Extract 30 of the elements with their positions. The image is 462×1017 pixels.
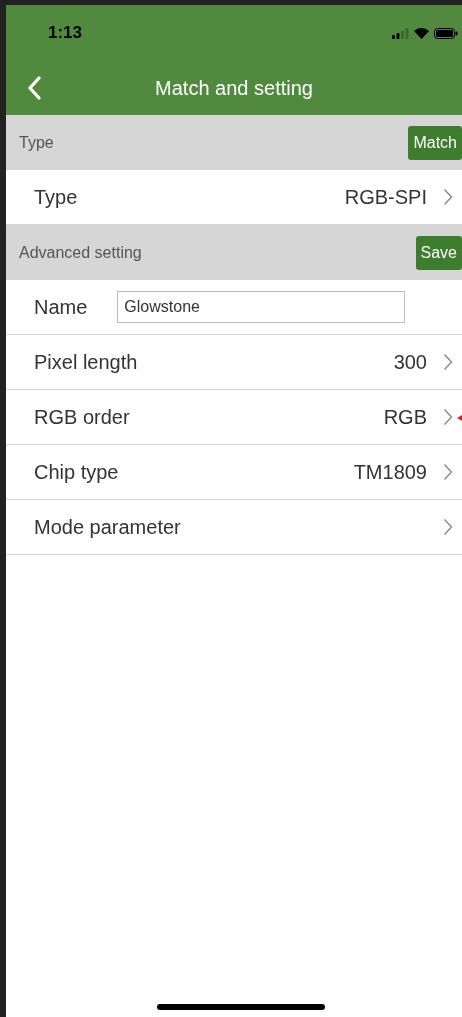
row-value: RGB-SPI [344,185,427,209]
row-label: Chip type [34,460,119,484]
name-field[interactable]: Glowstone [117,291,406,323]
chevron-icon [443,353,453,371]
row-value: RGB [383,405,427,429]
row-value: 300 [393,350,427,374]
field-label: Name [34,295,88,319]
settings-row[interactable]: Chip type TM1809 [6,445,462,500]
row-label: Mode parameter [34,515,181,539]
section-title: Advanced setting [19,243,142,262]
status-time: 1:13 [48,23,83,43]
section-title: Type [19,133,54,152]
page-title: Match and setting [155,76,313,100]
save-button[interactable]: Save [415,235,462,270]
back-icon[interactable] [27,76,41,100]
chevron-icon [443,518,453,536]
settings-row[interactable]: Mode parameter [6,500,462,555]
row-label: Type [34,185,78,209]
chevron-icon [443,408,453,426]
battery-icon [434,27,458,39]
match-button[interactable]: Match [408,125,462,160]
signal-icon [392,27,409,39]
chevron-icon [443,463,453,481]
row-label: RGB order [34,405,130,429]
chevron-icon [443,188,453,206]
settings-row[interactable]: RGB order RGB [6,390,462,445]
row-label: Pixel length [34,350,138,374]
settings-row[interactable]: Pixel length 300 [6,335,462,390]
wifi-icon [414,27,429,39]
row-value: TM1809 [353,460,427,484]
